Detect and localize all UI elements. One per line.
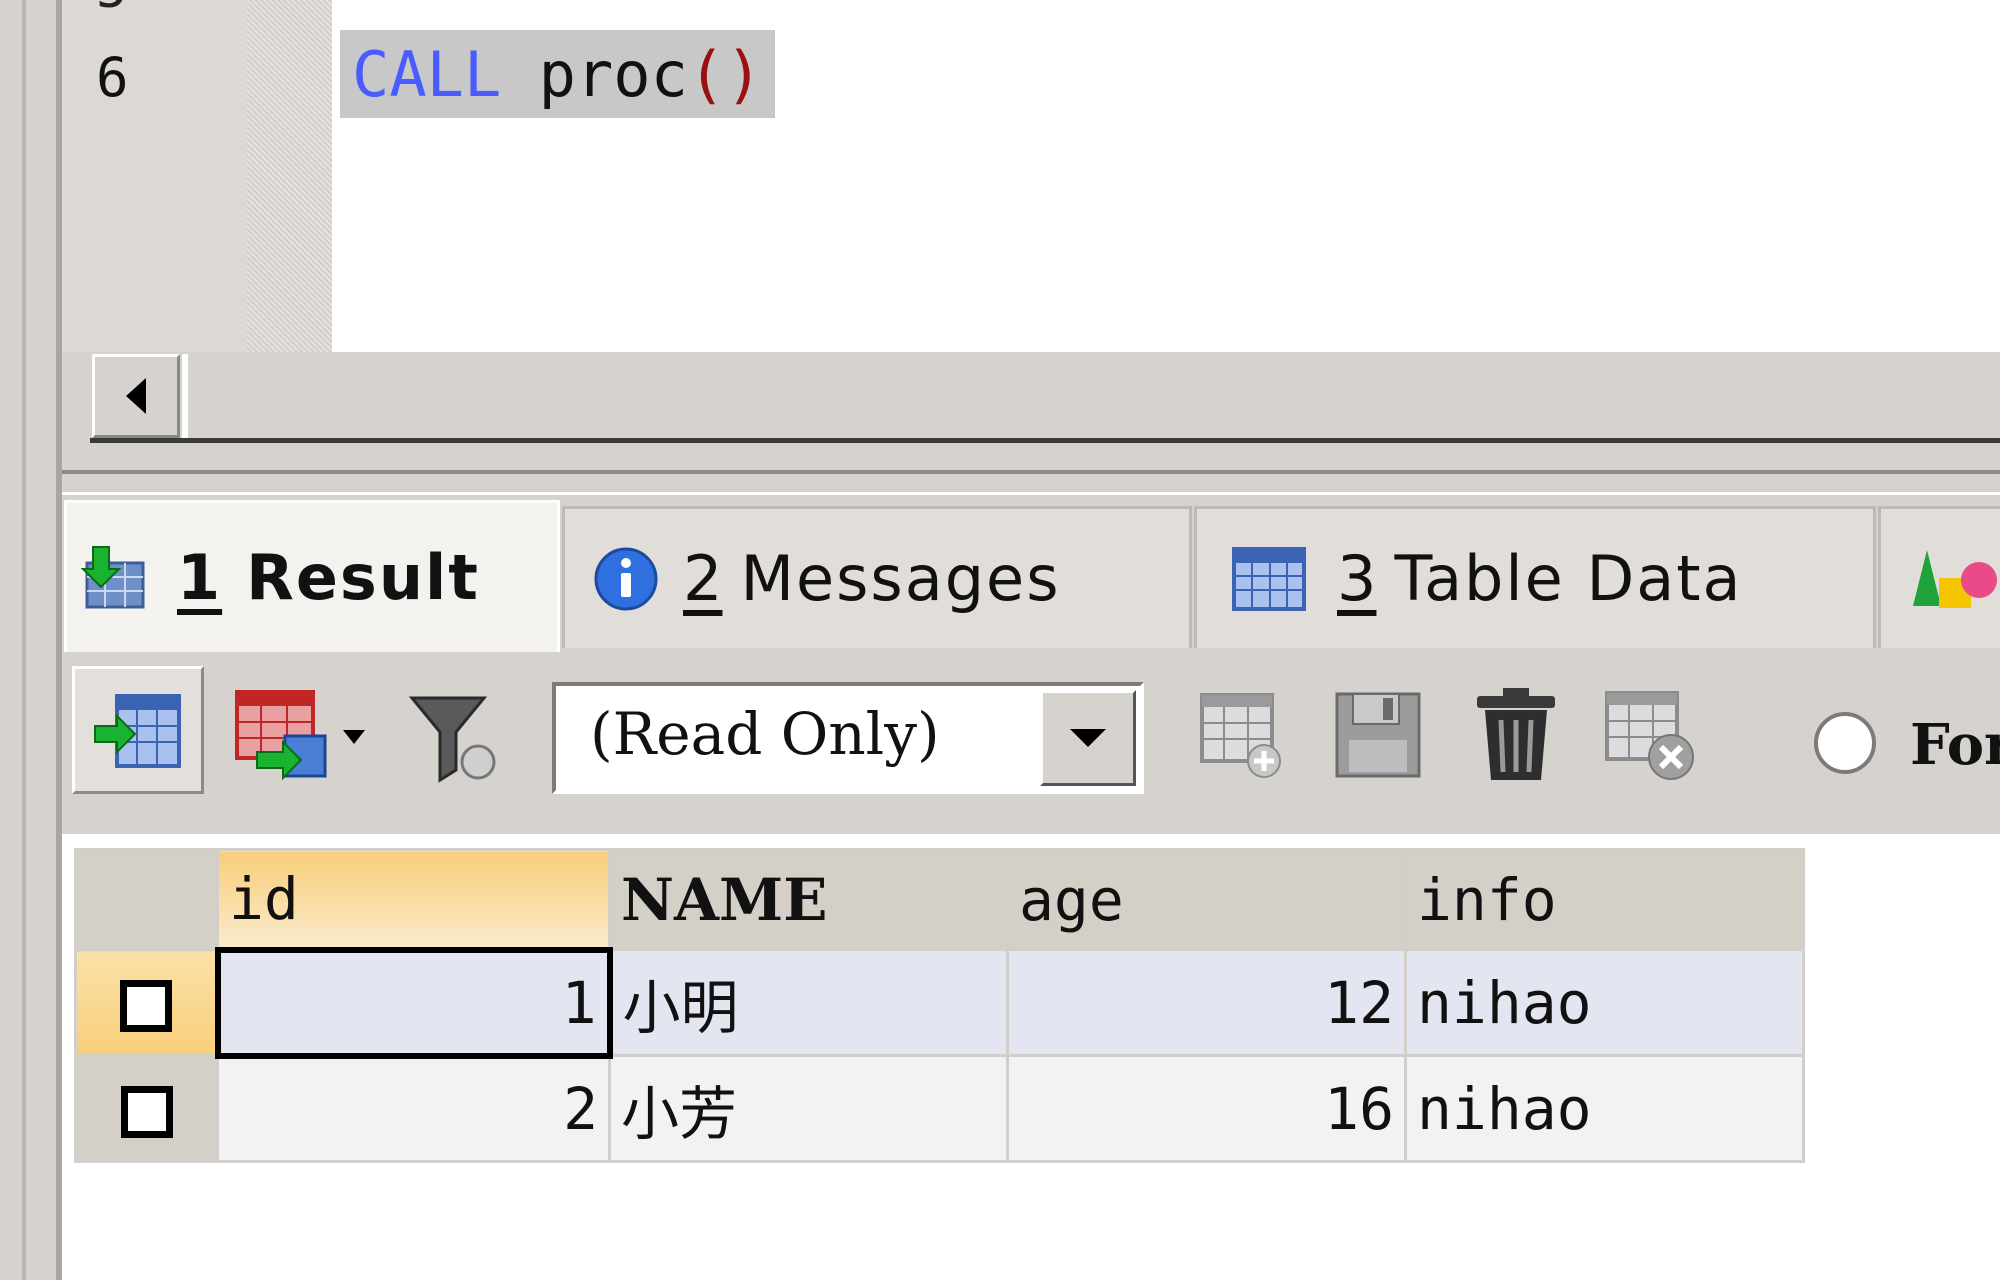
table-row[interactable]: 1 小明 12 nihao [74,946,1805,1059]
tab-label: Result [246,541,480,614]
cell-info[interactable]: nihao [1404,1054,1805,1163]
column-header-id[interactable]: id [216,848,611,951]
tab-messages[interactable]: 2 Messages [562,506,1192,648]
export-grid-icon [94,694,181,768]
scrollbar-thumb[interactable] [182,354,188,438]
save-icon [1335,692,1421,778]
table-row[interactable]: 2 小芳 16 nihao [74,1054,1805,1163]
window-left-frame [0,0,60,1280]
import-grid-button[interactable] [226,684,376,784]
dropdown-button[interactable] [1040,690,1136,786]
add-row-button[interactable] [1192,680,1292,790]
pane-splitter[interactable] [62,470,2000,495]
procedure-name: proc [538,37,688,111]
tab-index: 3 [1337,542,1377,615]
result-grid: id NAME age info 1 小明 12 nihao 2 小芳 16 n… [74,848,1805,1163]
frame-divider [22,0,26,1280]
row-checkbox[interactable] [120,1086,173,1139]
row-selector[interactable] [74,948,219,1057]
result-grid-icon [80,545,145,608]
info-icon [594,547,658,610]
tab-result[interactable]: 1 Result [64,500,560,652]
grid-header-row: id NAME age info [74,848,1805,951]
scrollbar-border [90,438,2000,443]
save-button[interactable] [1328,680,1428,790]
column-header-info[interactable]: info [1404,848,1805,951]
filter-icon [408,696,496,783]
column-header-name[interactable]: NAME [608,848,1009,951]
delete-button[interactable] [1466,680,1566,790]
line-number-gutter [62,0,247,352]
tab-label: Messages [740,542,1061,615]
discard-icon [1605,691,1694,780]
column-header-age[interactable]: age [1006,848,1407,951]
sql-keyword: CALL [352,37,502,111]
row-selector[interactable] [74,1054,219,1163]
tab-index: 2 [683,542,723,615]
form-view-label: For [1910,712,2000,778]
add-row-icon [1200,693,1281,778]
horizontal-scrollbar[interactable] [90,356,2000,436]
filter-button[interactable] [404,686,504,786]
shapes-icon [1913,549,1997,608]
table-grid-icon [1232,546,1306,611]
discard-changes-button[interactable] [1596,680,1706,790]
tab-table-data[interactable]: 3 Table Data [1194,506,1876,648]
cell-id[interactable]: 2 [216,1054,611,1163]
fold-margin [247,0,332,352]
chevron-down-icon [1070,729,1106,747]
cell-age[interactable]: 12 [1006,948,1407,1057]
grid-corner[interactable] [74,848,219,951]
edit-mode-value: (Read Only) [590,700,940,768]
cell-name[interactable]: 小明 [608,948,1009,1057]
line-number: 6 [96,46,129,109]
scroll-left-button[interactable] [92,354,180,438]
tab-label: Table Data [1394,542,1743,615]
cell-age[interactable]: 16 [1006,1054,1407,1163]
delete-icon [1477,688,1555,780]
import-grid-icon [235,690,365,781]
export-grid-button[interactable] [72,666,204,794]
parentheses: () [687,37,763,111]
row-checkbox[interactable] [119,980,172,1033]
line-number: 5 [96,0,127,20]
tab-index: 1 [177,541,223,614]
form-view-radio[interactable] [1814,712,1876,774]
arrow-left-icon [126,378,146,414]
code-line-selected[interactable]: CALL proc() [340,30,775,118]
cell-name[interactable]: 小芳 [608,1054,1009,1163]
cell-info[interactable]: nihao [1404,948,1805,1057]
cell-id[interactable]: 1 [214,946,613,1059]
tab-more[interactable] [1878,506,2000,648]
